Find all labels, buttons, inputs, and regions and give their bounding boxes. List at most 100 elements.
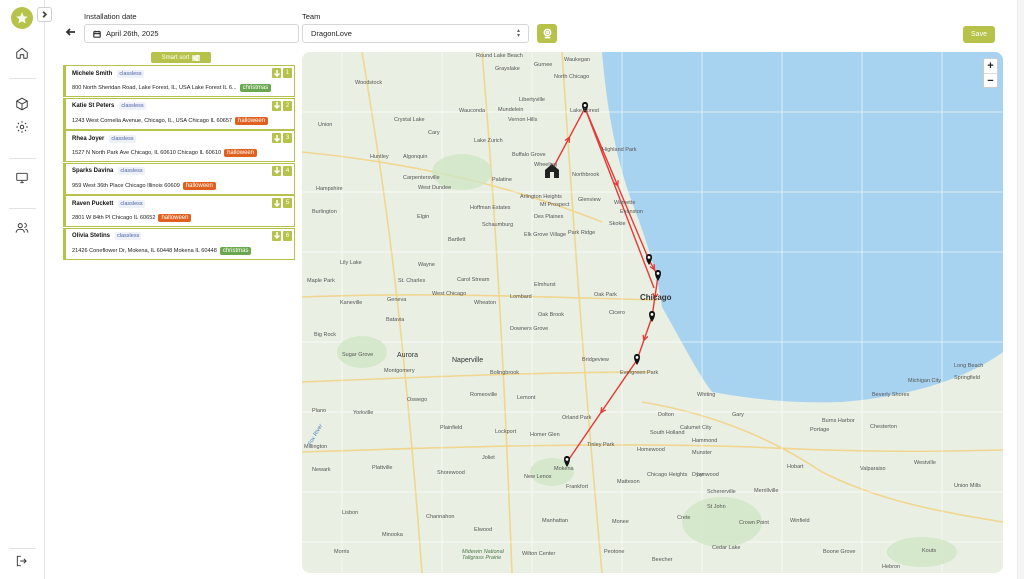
stop-pin-icon[interactable]: [649, 311, 655, 322]
customer-name: Olivia Stetins: [72, 233, 111, 239]
class-tag: classless: [118, 199, 145, 208]
map-place-label: Whiting: [697, 392, 716, 398]
map-place-label: Schererville: [707, 489, 736, 495]
installation-date-label: Installation date: [84, 12, 137, 21]
move-down-button[interactable]: [272, 198, 281, 208]
route-optimize-button[interactable]: [537, 24, 557, 43]
map-place-label: Des Plaines: [534, 214, 564, 220]
map-place-label: Oak Park: [594, 292, 617, 298]
map-place-label: Oswego: [407, 397, 428, 403]
map-place-label: Kaneville: [340, 300, 363, 306]
map-place-label: Buffalo Grove: [512, 152, 546, 158]
home-icon[interactable]: [14, 45, 30, 61]
map-place-label: Lisbon: [342, 510, 359, 516]
map-place-label: Round Lake Beach: [476, 53, 523, 59]
move-down-button[interactable]: [272, 133, 281, 143]
map-place-label: Lemont: [517, 395, 536, 401]
map-place-label: Wheaton: [474, 300, 497, 306]
back-arrow-icon[interactable]: [65, 25, 77, 37]
map-place-label: Grayslake: [495, 66, 520, 72]
team-select[interactable]: DragonLove ▴ ▾: [302, 24, 529, 43]
zoom-out-button[interactable]: −: [984, 73, 997, 87]
monitor-icon[interactable]: [14, 170, 30, 186]
map-canvas: [302, 52, 1003, 573]
move-down-button[interactable]: [272, 68, 281, 78]
map-place-label: Hampshire: [316, 186, 343, 192]
map-place-label: Burns Harbor: [822, 418, 855, 424]
map-place-label: Chicago: [640, 293, 672, 302]
stop-card[interactable]: Sparks Davina classless 959 West 36th Pl…: [63, 162, 295, 195]
arrow-down-icon: [273, 232, 280, 239]
stops-list: Michele Smith classless 800 North Sherid…: [63, 65, 295, 260]
chevron-updown-icon: ▴ ▾: [516, 28, 520, 39]
move-down-button[interactable]: [272, 165, 281, 176]
map-place-label: Highland Park: [602, 147, 637, 153]
stop-card[interactable]: Michele Smith classless 800 North Sherid…: [63, 65, 295, 97]
customer-name: Michele Smith: [72, 70, 113, 77]
map-place-label: Carol Stream: [457, 277, 490, 283]
map-place-label: Plano: [312, 408, 327, 414]
map-place-label: Springfield: [954, 375, 980, 381]
customer-address: 2801 W 84th Pl Chicago IL 60652: [72, 215, 156, 221]
map-place-label: Mt Prospect: [540, 202, 570, 208]
map-place-label: Matteson: [617, 479, 640, 485]
route-map[interactable]: Chicago Aurora Naperville Lake Forest North …: [302, 52, 1003, 573]
map-place-label: Sugar Grove: [342, 352, 374, 358]
map-place-label: Joliet: [482, 455, 495, 461]
stop-card[interactable]: Rhea Joyer classless 1527 N North Park A…: [63, 130, 295, 162]
map-place-label: Portage: [810, 427, 830, 433]
map-place-label: Lily Lake: [340, 260, 362, 266]
stop-order-number: 6: [283, 230, 292, 241]
stop-card[interactable]: Olivia Stetins classless 21426 Coneflowe…: [63, 227, 295, 260]
stop-card[interactable]: Raven Puckett classless 2801 W 84th Pl C…: [63, 195, 295, 227]
map-place-label: Monee: [612, 519, 629, 525]
map-place-label: Hebron: [882, 564, 901, 570]
logout-icon[interactable]: [14, 553, 30, 569]
stop-card[interactable]: Katie St Peters classless 1243 West Corn…: [63, 97, 295, 130]
map-place-label: Minooka: [382, 532, 403, 538]
star-logo-icon[interactable]: [11, 7, 33, 29]
map-place-label: Morris: [334, 549, 350, 555]
rail-divider: [9, 78, 36, 79]
map-place-label: Big Rock: [314, 332, 337, 338]
save-button[interactable]: Save: [963, 26, 995, 43]
map-place-label: Carpentersville: [403, 175, 440, 181]
gear-icon[interactable]: [14, 119, 30, 135]
users-icon[interactable]: [14, 220, 30, 236]
arrow-down-icon: [273, 69, 280, 77]
map-place-label: Elmhurst: [534, 282, 556, 288]
map-place-label: Skokie: [609, 221, 626, 227]
map-place-label: Bridgeview: [582, 357, 609, 363]
map-place-label: Woodstock: [355, 80, 383, 86]
map-place-label: Michigan City: [908, 378, 942, 384]
move-down-button[interactable]: [272, 100, 281, 111]
map-place-label: Newark: [312, 467, 331, 473]
map-place-label: Peotone: [604, 549, 625, 555]
page-scrollbar[interactable]: [1017, 0, 1024, 579]
zoom-control: + −: [983, 58, 998, 88]
map-place-label: Evanston: [620, 209, 643, 215]
map-place-label: Algonquin: [403, 154, 428, 160]
theme-badge: halloween: [224, 149, 258, 157]
stop-order-number: 4: [283, 165, 292, 176]
theme-badge: halloween: [235, 116, 269, 125]
map-place-label: Downers Grove: [510, 326, 549, 332]
zoom-in-button[interactable]: +: [984, 59, 997, 73]
map-place-label: Wilmette: [614, 200, 636, 206]
map-place-label: West Chicago: [432, 291, 467, 297]
map-place-label: Evergreen Park: [620, 370, 659, 376]
map-place-label: Batavia: [386, 317, 405, 323]
map-place-label: Lombard: [510, 294, 532, 300]
map-place-label: North Chicago: [554, 74, 590, 80]
map-place-label: Channahon: [426, 514, 455, 520]
map-place-label: Orland Park: [562, 415, 592, 421]
move-down-button[interactable]: [272, 230, 281, 241]
collapse-sidebar-button[interactable]: [37, 7, 52, 22]
chevron-right-icon: [42, 11, 48, 18]
team-label: Team: [302, 12, 321, 21]
installation-date-picker[interactable]: April 26th, 2025: [84, 24, 299, 43]
map-place-label: Wayne: [418, 262, 435, 268]
package-icon[interactable]: [14, 96, 30, 112]
smart-sort-button[interactable]: Smart sort: [151, 52, 211, 63]
map-place-label: Wauconda: [459, 108, 486, 114]
